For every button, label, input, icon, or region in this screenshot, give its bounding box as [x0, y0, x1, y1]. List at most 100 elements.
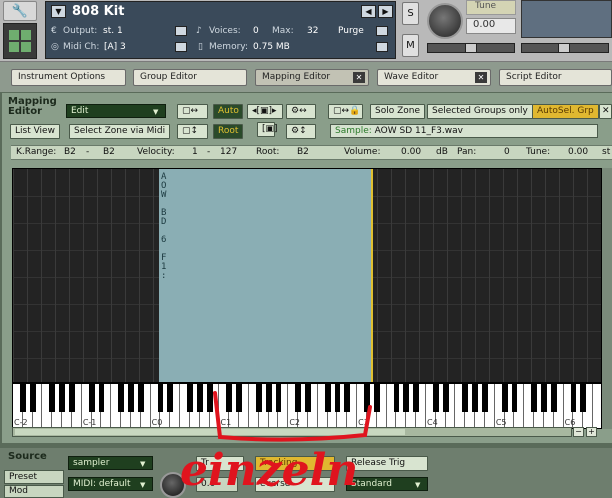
tab-script-editor[interactable]: Script Editor: [499, 69, 612, 86]
standard-combo[interactable]: Standard ▼: [346, 477, 428, 491]
piano-black-key[interactable]: [19, 384, 26, 412]
horizontal-scrollbar[interactable]: [12, 427, 572, 437]
piano-black-key[interactable]: [580, 384, 587, 412]
instrument-dropdown-button[interactable]: ▼: [51, 5, 66, 18]
piano-black-key[interactable]: [482, 384, 488, 412]
root-button[interactable]: Root: [213, 124, 243, 139]
mod-button[interactable]: Mod: [4, 485, 64, 498]
piano-black-key[interactable]: [265, 384, 272, 412]
piano-black-key[interactable]: [324, 384, 331, 412]
tab-group-editor[interactable]: Group Editor: [133, 69, 247, 86]
piano-black-key[interactable]: [167, 384, 174, 412]
mute-button[interactable]: M: [402, 34, 419, 57]
select-zone-midi-button[interactable]: Select Zone via Midi: [69, 124, 171, 139]
piano-black-key[interactable]: [403, 384, 410, 412]
piano-black-key[interactable]: [501, 384, 508, 412]
tracking-button[interactable]: Tracking: [255, 456, 335, 471]
piano-black-key[interactable]: [462, 384, 469, 412]
piano-white-key[interactable]: [593, 384, 601, 428]
piano-black-key[interactable]: [432, 384, 439, 412]
output-value[interactable]: st. 1: [103, 26, 123, 36]
piano-black-key[interactable]: [206, 384, 213, 412]
piano-black-key[interactable]: [49, 384, 56, 412]
vertical-scrollbar[interactable]: [602, 168, 612, 429]
autosel-grp-button[interactable]: AutoSel. Grp: [532, 104, 599, 119]
tune-value[interactable]: 0.00: [466, 18, 516, 34]
pan-slider-handle[interactable]: [465, 43, 477, 53]
sample-zone[interactable]: [159, 169, 373, 382]
midi-dropdown[interactable]: [175, 42, 187, 52]
edit-combo[interactable]: Edit ▼: [66, 104, 166, 118]
piano-black-key[interactable]: [118, 384, 125, 412]
piano-keyboard[interactable]: C-2 C-1 C0 C1 C2 C3 C4 C5 C6: [12, 383, 602, 429]
sampler-combo[interactable]: sampler ▼: [68, 456, 153, 470]
piano-black-key[interactable]: [373, 384, 380, 412]
close-icon[interactable]: ✕: [353, 72, 365, 83]
velocity-high[interactable]: 127: [220, 146, 237, 159]
tab-instrument-options[interactable]: Instrument Options: [11, 69, 126, 86]
next-instrument-button[interactable]: ▶: [378, 5, 393, 18]
piano-black-key[interactable]: [334, 384, 341, 412]
selected-groups-only-button[interactable]: Selected Groups only: [427, 104, 533, 119]
piano-black-key[interactable]: [570, 384, 577, 412]
max-value[interactable]: 32: [307, 26, 318, 36]
horizontal-scrollbar-thumb[interactable]: [15, 429, 405, 435]
purge-dropdown[interactable]: [376, 26, 388, 36]
zone-height-button[interactable]: ▢↕: [177, 124, 208, 139]
zone-lock-button[interactable]: ▢↔🔒: [328, 104, 363, 119]
volume-slider-handle[interactable]: [558, 43, 570, 53]
piano-black-key[interactable]: [128, 384, 134, 412]
piano-black-key[interactable]: [98, 384, 105, 412]
piano-black-key[interactable]: [226, 384, 233, 412]
solo-zone-button[interactable]: Solo Zone: [370, 104, 425, 119]
piano-black-key[interactable]: [541, 384, 547, 412]
zone-width-button[interactable]: ▢↔: [177, 104, 208, 119]
mapping-grid[interactable]: A O W B D 6 F 1 :: [12, 168, 602, 383]
tab-wave-editor[interactable]: Wave Editor ✕: [377, 69, 491, 86]
zoom-out-button[interactable]: −: [573, 427, 584, 437]
volume-value[interactable]: 0.00: [401, 146, 421, 159]
prev-instrument-button[interactable]: ◀: [361, 5, 376, 18]
piano-black-key[interactable]: [196, 384, 203, 412]
pan-slider[interactable]: [427, 43, 515, 53]
tr-button[interactable]: Tr: [196, 456, 244, 471]
auto-spread-horizontal-button[interactable]: ⚙↔: [286, 104, 316, 119]
piano-black-key[interactable]: [531, 384, 538, 412]
auto-spread-vertical-button[interactable]: ⚙↕: [286, 124, 316, 139]
output-dropdown[interactable]: [175, 26, 187, 36]
velocity-low[interactable]: 1: [192, 146, 198, 159]
piano-black-key[interactable]: [187, 384, 193, 412]
root-field-value[interactable]: B2: [297, 146, 309, 159]
zone-move-horizontal-button[interactable]: ◂[▣]▸: [247, 104, 283, 119]
auto-button[interactable]: Auto: [213, 104, 243, 119]
midi-value[interactable]: [A] 3: [104, 42, 126, 52]
piano-black-key[interactable]: [305, 384, 311, 412]
piano-black-key[interactable]: [511, 384, 518, 412]
piano-black-key[interactable]: [275, 384, 282, 412]
piano-black-key[interactable]: [255, 384, 262, 412]
solo-button[interactable]: S: [402, 2, 419, 25]
piano-black-key[interactable]: [393, 384, 400, 412]
close-icon[interactable]: ✕: [599, 104, 612, 119]
piano-black-key[interactable]: [137, 384, 144, 412]
close-icon[interactable]: ✕: [475, 72, 487, 83]
wrench-icon[interactable]: 🔧: [3, 1, 37, 21]
release-trigger-button[interactable]: Release Trig: [346, 456, 428, 471]
tune-knob[interactable]: [427, 3, 463, 39]
piano-black-key[interactable]: [413, 384, 420, 412]
zone-move-vertical-button[interactable]: [▣]: [257, 122, 278, 137]
piano-black-key[interactable]: [88, 384, 95, 412]
instrument-grid-icon[interactable]: [3, 23, 37, 59]
instrument-name[interactable]: 808 Kit: [72, 4, 124, 19]
piano-black-key[interactable]: [157, 384, 164, 412]
piano-black-key[interactable]: [442, 384, 449, 412]
piano-black-key[interactable]: [295, 384, 302, 412]
memory-purge-button[interactable]: [376, 42, 388, 52]
piano-black-key[interactable]: [344, 384, 351, 412]
piano-black-key[interactable]: [69, 384, 75, 412]
volume-slider[interactable]: [521, 43, 609, 53]
piano-black-key[interactable]: [550, 384, 557, 412]
zoom-in-button[interactable]: +: [586, 427, 597, 437]
piano-black-key[interactable]: [364, 384, 370, 412]
purge-label[interactable]: Purge: [338, 26, 364, 36]
